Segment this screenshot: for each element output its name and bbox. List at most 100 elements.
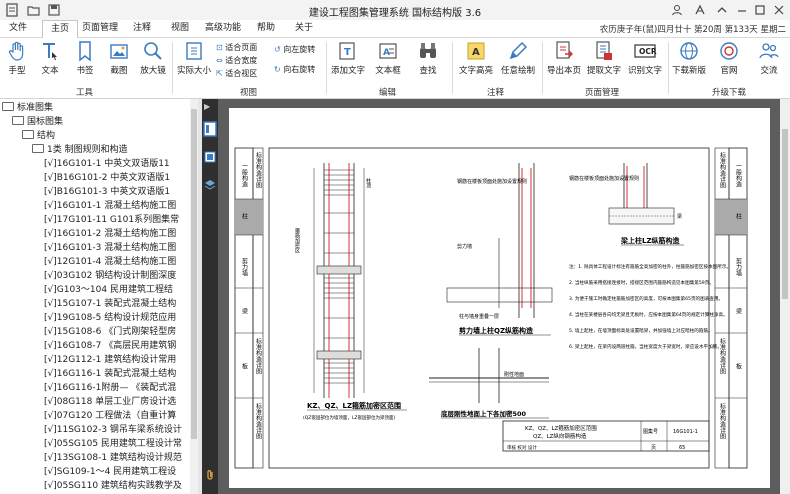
extract-text-label: 提取文字 — [586, 66, 621, 76]
note-line: 3. 为便于施工时确定柱箍筋加密区的高度，可按本图集第65页的图表查用。 — [569, 295, 723, 302]
communicate-button[interactable]: 交流 — [752, 40, 786, 76]
page-thumbnail-icon[interactable] — [203, 121, 217, 137]
freehand-draw-button[interactable]: 任意绘制 — [498, 40, 538, 76]
tree-node-category[interactable]: 1类 制图规则和构造 — [32, 144, 128, 157]
fit-view-button[interactable]: ⇱ 适合视区 — [216, 68, 257, 79]
add-text-button[interactable]: T 添加文字 — [330, 40, 366, 76]
pencil-icon — [509, 41, 528, 60]
attachment-icon[interactable] — [204, 469, 216, 481]
bookmark-button[interactable]: 书签 — [70, 40, 100, 76]
note-line: 2. 当柱纵筋采用搭接连接时，搭接区范围内箍筋构造见本图集第59页。 — [569, 279, 714, 286]
menu-home[interactable]: 主页 — [42, 20, 78, 38]
extract-text-button[interactable]: 提取文字 — [585, 40, 623, 76]
hand-tool-button[interactable]: 手型 — [2, 40, 32, 76]
tree-item[interactable]: [√]16G108-7 《高层民用建筑钢 — [44, 340, 190, 353]
tree-item[interactable]: [√]03G102 钢结构设计制图深度 — [44, 270, 190, 283]
rotate-left-button[interactable]: ↺ 向左旋转 — [274, 44, 315, 55]
tree-item[interactable]: [√]17G101-11 G101系列图集常 — [44, 214, 190, 227]
minimize-icon[interactable] — [734, 2, 750, 18]
text-highlight-button[interactable]: A 文字高亮 — [456, 40, 496, 76]
tree-item[interactable]: [√]SG109-1～4 民用建筑工程设 — [44, 466, 190, 479]
tree-node-national[interactable]: 国标图集 — [12, 116, 63, 129]
find-button[interactable]: 查找 — [410, 40, 446, 76]
tree-item[interactable]: [√]G103～104 民用建筑工程结 — [44, 284, 190, 297]
export-page-button[interactable]: 导出本页 — [545, 40, 583, 76]
screenshot-button[interactable]: 截图 — [104, 40, 134, 76]
menu-about[interactable]: 关于 — [290, 20, 318, 37]
left-col-beam: 梁 — [241, 307, 248, 315]
note-line: 注：1. 除具体工程设计标注有箍筋全高加密的柱外，柱箍筋加密区按本图所示。 — [569, 263, 731, 270]
expand-panel-icon[interactable]: ▶ — [204, 102, 210, 111]
tree-item[interactable]: [√]16G101-2 混凝土结构施工图 — [44, 228, 190, 241]
download-new-button[interactable]: 下载新版 — [670, 40, 708, 76]
right-col-general: 一般构造 — [735, 163, 742, 188]
tree-item[interactable]: [√]07G120 工程做法（自重计算 — [44, 410, 190, 423]
menu-annotate[interactable]: 注释 — [128, 20, 156, 37]
viewer-scroll-thumb[interactable] — [782, 129, 788, 299]
layers-icon[interactable] — [204, 179, 216, 191]
user-icon[interactable] — [668, 2, 686, 18]
tree-scroll-thumb[interactable] — [191, 109, 197, 439]
text-box-button[interactable]: A 文本框 — [370, 40, 406, 76]
tree-item[interactable]: [√]12G101-4 混凝土结构施工图 — [44, 256, 190, 269]
tree-scrollbar[interactable] — [190, 99, 198, 494]
viewer-scrollbar[interactable] — [780, 99, 790, 494]
website-icon — [720, 42, 738, 60]
menu-page-manage[interactable]: 页面管理 — [80, 20, 120, 37]
tree-item[interactable]: [√]B16G101-2 中英文双语版1 — [44, 172, 190, 185]
tree-item[interactable]: [√]15G107-1 装配式混凝土结构 — [44, 298, 190, 311]
fig2-title: 剪力墙上柱QZ纵筋构造 — [459, 326, 534, 335]
text-tool-button[interactable]: 文本 — [35, 40, 65, 76]
skin-icon[interactable] — [692, 2, 708, 18]
note-line: 4. 当柱在某楼层各向均无梁且无板时，应按本图集第64页的规定计算柱净高。 — [569, 311, 728, 318]
bookmark-panel-icon[interactable] — [204, 151, 216, 163]
magnifier-label: 放大镜 — [140, 66, 166, 76]
tree-item[interactable]: [√]B16G101-3 中英文双语版1 — [44, 186, 190, 199]
rotate-right-icon: ↻ — [274, 65, 281, 74]
maximize-icon[interactable] — [752, 2, 768, 18]
tree-item[interactable]: [√]19G108-5 结构设计规范应用 — [44, 312, 190, 325]
tree-item[interactable]: [√]12G112-1 建筑结构设计常用 — [44, 354, 190, 367]
catalog-tree: 标准图集 国标图集 结构 1类 制图规则和构造 [√]16G101-1 中英文双… — [0, 99, 190, 494]
folder-icon — [22, 130, 34, 139]
menu-file[interactable]: 文件 — [4, 20, 32, 37]
left-col-wall: 剪力墙 — [241, 257, 248, 277]
page-group-label: 页面管理 — [585, 88, 620, 98]
tree-node-structure[interactable]: 结构 — [22, 130, 55, 143]
tree-item[interactable]: [√]16G101-3 混凝土结构施工图 — [44, 242, 190, 255]
tree-item[interactable]: [√]16G101-1 中英文双语版11 — [44, 158, 190, 171]
tree-node-root[interactable]: 标准图集 — [2, 102, 53, 115]
tree-item[interactable]: [√]15G108-6 《门式刚架轻型房 — [44, 326, 190, 339]
tree-item[interactable]: [√]05SG110 建筑结构实践教学及 — [44, 480, 190, 493]
fit-width-button[interactable]: ⇔ 适合宽度 — [216, 55, 257, 66]
ocr-badge-text: OCR — [639, 47, 657, 56]
tree-item[interactable]: [√]16G116-1 装配式混凝土结构 — [44, 368, 190, 381]
chevron-up-icon[interactable] — [714, 2, 730, 18]
fit-view-icon: ⇱ — [216, 69, 223, 78]
tree-item[interactable]: [√]11SG102-3 钢吊车梁系统设计 — [44, 424, 190, 437]
tree-item[interactable]: [√]05SG105 民用建筑工程设计常 — [44, 438, 190, 451]
fit-page-icon: ⊡ — [216, 43, 223, 52]
menu-advanced[interactable]: 高级功能 — [202, 20, 244, 37]
website-button[interactable]: 官网 — [712, 40, 746, 76]
fit-page-button[interactable]: ⊡ 适合页面 — [216, 42, 257, 53]
close-icon[interactable] — [771, 2, 787, 18]
ocr-button[interactable]: 识别文字 — [626, 40, 664, 76]
figure-column-hoop: 箍筋加密区 柱顶 KZ、QZ、LZ箍筋加密区范围 (QZ嵌固部位为墙顶面，LZ嵌… — [294, 163, 407, 421]
rotate-left-label: 向左旋转 — [283, 45, 316, 54]
rotate-right-button[interactable]: ↻ 向右旋转 — [274, 64, 315, 75]
tree-item[interactable]: [√]16G116-1附册— 《装配式混 — [44, 382, 190, 395]
actual-size-button[interactable]: 实际大小 — [176, 40, 212, 76]
ground-label: 刚性地面 — [504, 371, 524, 378]
slab-top-label: 柱与墙身重叠一层 — [459, 313, 499, 320]
tree-item[interactable]: [√]08G118 单层工业厂房设计选 — [44, 396, 190, 409]
tree-item[interactable]: [√]16G101-1 混凝土结构施工图 — [44, 200, 190, 213]
magnifier-button[interactable]: 放大镜 — [138, 40, 168, 76]
menu-help[interactable]: 帮助 — [252, 20, 280, 37]
left-col-detail: 标准构造详图 — [255, 151, 262, 189]
magnifier-icon — [144, 42, 162, 60]
tree-item[interactable]: [√]13SG108-1 建筑结构设计规范 — [44, 452, 190, 465]
note-line: 5. 墙上起柱，在墙顶面标高处设置暗梁，并加强墙上对应暗柱的箍筋。 — [569, 327, 713, 334]
tb-page-number: 65 — [679, 445, 685, 451]
menu-view[interactable]: 视图 — [166, 20, 194, 37]
